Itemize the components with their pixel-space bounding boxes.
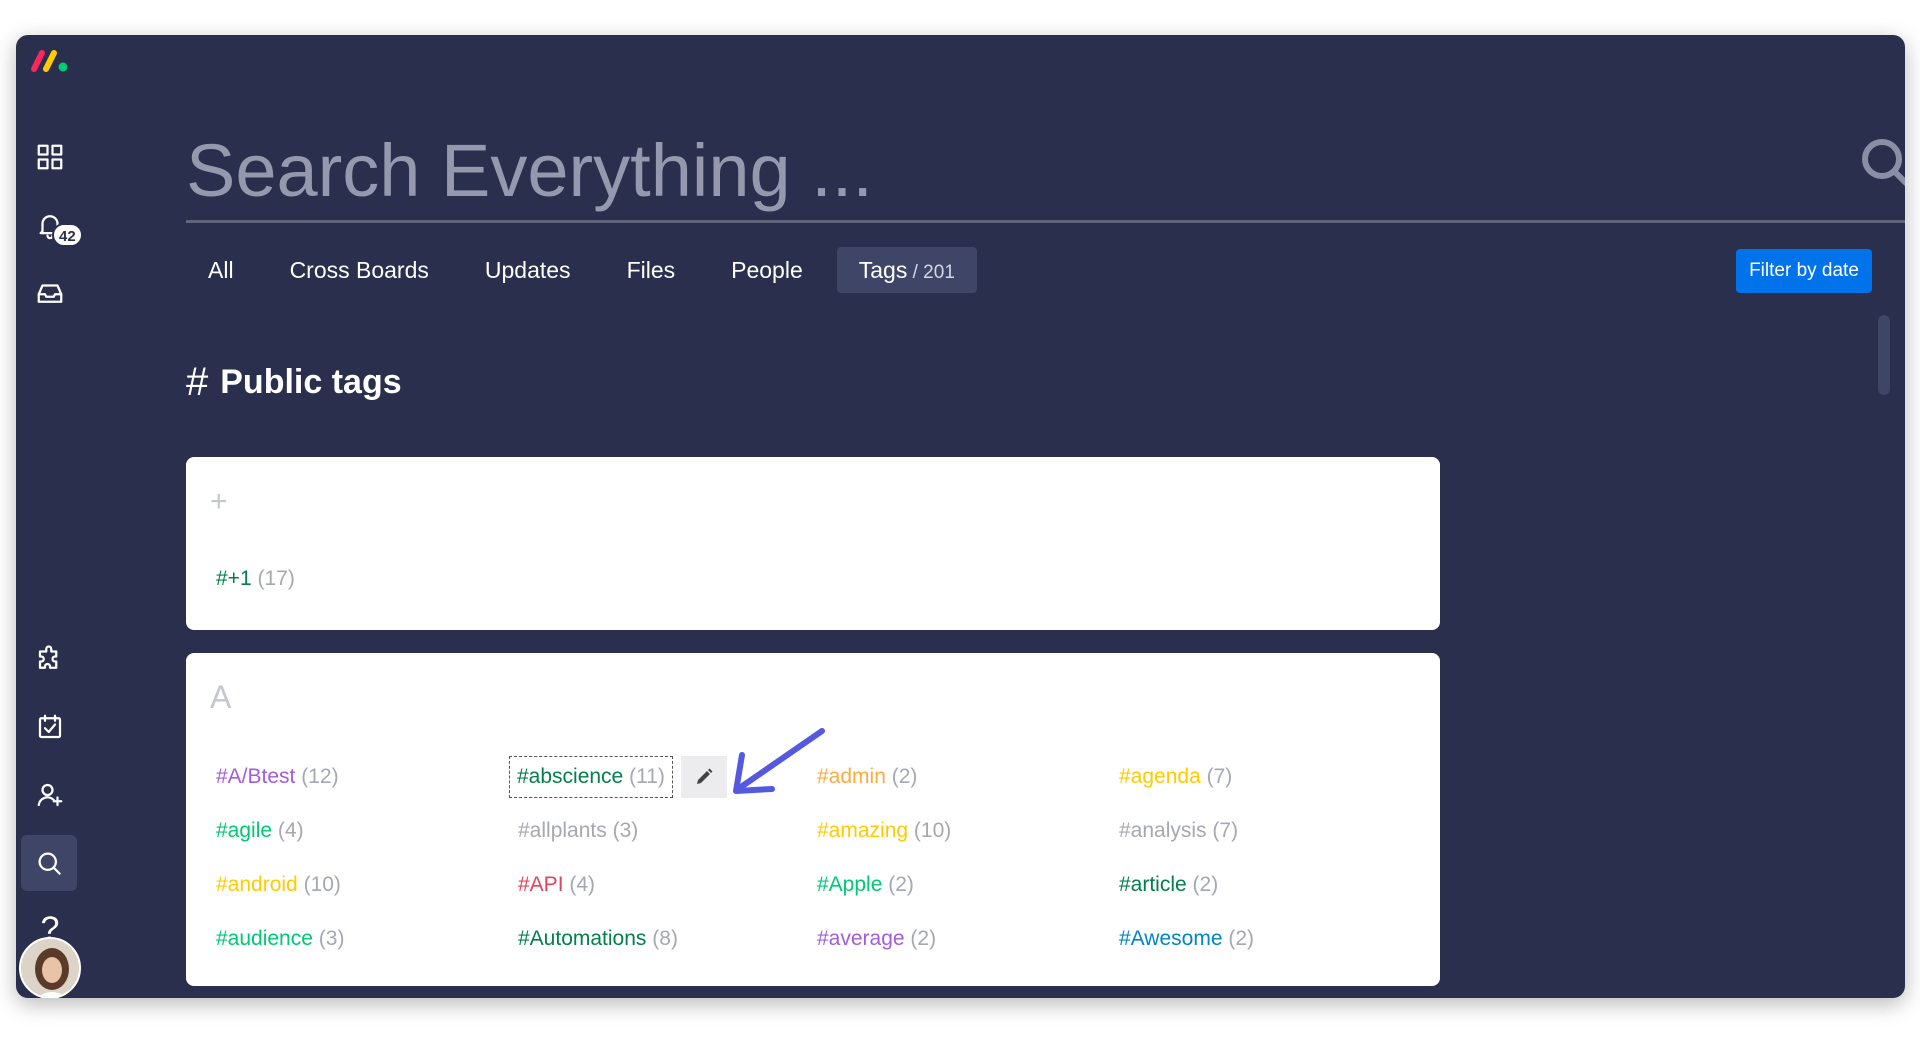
tag-group-plus: + #+1 (17) bbox=[186, 457, 1440, 630]
tab-count: / 201 bbox=[907, 262, 955, 283]
tag-item[interactable]: #agile (4) bbox=[216, 819, 304, 843]
calendar-check-icon[interactable] bbox=[32, 709, 68, 745]
tag-item[interactable]: #audience (3) bbox=[216, 927, 344, 951]
hash-icon: # bbox=[186, 360, 209, 404]
tag-count: (2) bbox=[888, 873, 914, 896]
tag-item[interactable]: #article (2) bbox=[1119, 873, 1218, 897]
tag-count: (10) bbox=[303, 873, 341, 896]
tag-item[interactable]: #A/Btest (12) bbox=[216, 765, 339, 789]
tag-name: #amazing bbox=[817, 819, 909, 842]
inbox-icon[interactable] bbox=[32, 275, 68, 311]
scrollbar[interactable] bbox=[1878, 315, 1890, 395]
tag-count: (2) bbox=[910, 927, 937, 950]
pencil-icon bbox=[697, 768, 713, 784]
tab-label: Tags bbox=[858, 257, 908, 283]
tag-name: #agile bbox=[216, 819, 273, 842]
tag-count: (2) bbox=[1192, 873, 1219, 896]
avatar-image bbox=[21, 939, 79, 997]
tag-count: (7) bbox=[1206, 765, 1233, 788]
tag-item[interactable]: #analysis (7) bbox=[1119, 819, 1238, 843]
invite-user-icon[interactable] bbox=[32, 777, 68, 813]
tab-label: Cross Boards bbox=[289, 257, 429, 283]
page-title: # Public tags bbox=[186, 360, 402, 405]
tag-item[interactable]: #Automations (8) bbox=[518, 927, 678, 951]
tag-name: #abscience bbox=[517, 765, 624, 788]
tab-files[interactable]: Files bbox=[605, 247, 698, 293]
tag-item[interactable]: #admin (2) bbox=[817, 765, 917, 789]
search-nav-icon[interactable] bbox=[21, 835, 77, 891]
tab-label: Files bbox=[626, 257, 676, 283]
tag-count: (11) bbox=[629, 765, 665, 788]
tag-count: (2) bbox=[1228, 927, 1255, 950]
app-window: 42 ? All Cross Boards Up bbox=[16, 35, 1905, 998]
tag-item[interactable]: #agenda (7) bbox=[1119, 765, 1232, 789]
tag-name: #average bbox=[817, 927, 905, 950]
tag-name: #API bbox=[518, 873, 564, 896]
tag-count: (10) bbox=[913, 819, 952, 842]
tag-name: #Automations bbox=[518, 927, 647, 950]
tag-count: (3) bbox=[612, 819, 639, 842]
edit-tag-button[interactable] bbox=[681, 756, 727, 798]
tag-item[interactable]: #Apple (2) bbox=[817, 873, 914, 897]
tab-tags[interactable]: Tags / 201 bbox=[836, 247, 977, 293]
sidebar: 42 ? bbox=[16, 35, 84, 998]
search-input[interactable] bbox=[186, 115, 1836, 225]
tag-name: #A/Btest bbox=[216, 765, 296, 788]
page-title-text: Public tags bbox=[220, 363, 402, 401]
tag-name: #audience bbox=[216, 927, 313, 950]
tag-name: #Awesome bbox=[1119, 927, 1223, 950]
tag-item[interactable]: #amazing (10) bbox=[817, 819, 951, 843]
tag-item[interactable]: #android (10) bbox=[216, 873, 341, 897]
tag-group-a: A #A/Btest (12) #abscience (11) #admin (… bbox=[186, 653, 1440, 986]
tag-count: (4) bbox=[277, 819, 304, 842]
tag-count: (12) bbox=[301, 765, 339, 788]
grid-icon[interactable] bbox=[32, 139, 68, 175]
tag-item[interactable]: #Awesome (2) bbox=[1119, 927, 1254, 951]
tab-people[interactable]: People bbox=[709, 247, 825, 293]
tag-count: (4) bbox=[569, 873, 596, 896]
tab-all[interactable]: All bbox=[186, 247, 256, 293]
group-letter: A bbox=[210, 679, 232, 715]
tab-label: All bbox=[208, 257, 234, 283]
tag-item[interactable]: #allplants (3) bbox=[518, 819, 638, 843]
tag-count: (3) bbox=[318, 927, 345, 950]
puzzle-icon[interactable] bbox=[32, 641, 68, 677]
tag-name: #+1 bbox=[216, 567, 252, 590]
search-tabs: All Cross Boards Updates Files People Ta… bbox=[186, 247, 989, 293]
tag-name: #analysis bbox=[1119, 819, 1207, 842]
search-icon[interactable] bbox=[1858, 135, 1905, 193]
search-underline bbox=[186, 220, 1905, 223]
tab-updates[interactable]: Updates bbox=[463, 247, 593, 293]
tag-item[interactable]: #+1 (17) bbox=[216, 567, 295, 591]
tag-name: #allplants bbox=[518, 819, 607, 842]
avatar[interactable] bbox=[19, 937, 81, 998]
tag-name: #agenda bbox=[1119, 765, 1201, 788]
filter-by-date-button[interactable]: Filter by date bbox=[1736, 249, 1872, 293]
tag-item[interactable]: #average (2) bbox=[817, 927, 936, 951]
monday-logo[interactable] bbox=[28, 45, 74, 75]
tag-count: (8) bbox=[652, 927, 678, 950]
tag-item[interactable]: #API (4) bbox=[518, 873, 595, 897]
tab-label: Updates bbox=[484, 257, 571, 283]
tag-name: #article bbox=[1119, 873, 1187, 896]
tag-name: #Apple bbox=[817, 873, 883, 896]
tag-count: (17) bbox=[257, 567, 295, 590]
tag-name: #android bbox=[216, 873, 298, 896]
tab-label: People bbox=[731, 257, 803, 283]
group-letter: + bbox=[210, 485, 228, 518]
tab-cross-boards[interactable]: Cross Boards bbox=[268, 247, 451, 293]
annotation-arrow-icon bbox=[733, 728, 825, 794]
tag-count: (7) bbox=[1212, 819, 1239, 842]
inbox-badge: 42 bbox=[52, 223, 83, 247]
tag-item-selected[interactable]: #abscience (11) bbox=[509, 756, 673, 798]
tag-count: (2) bbox=[891, 765, 918, 788]
